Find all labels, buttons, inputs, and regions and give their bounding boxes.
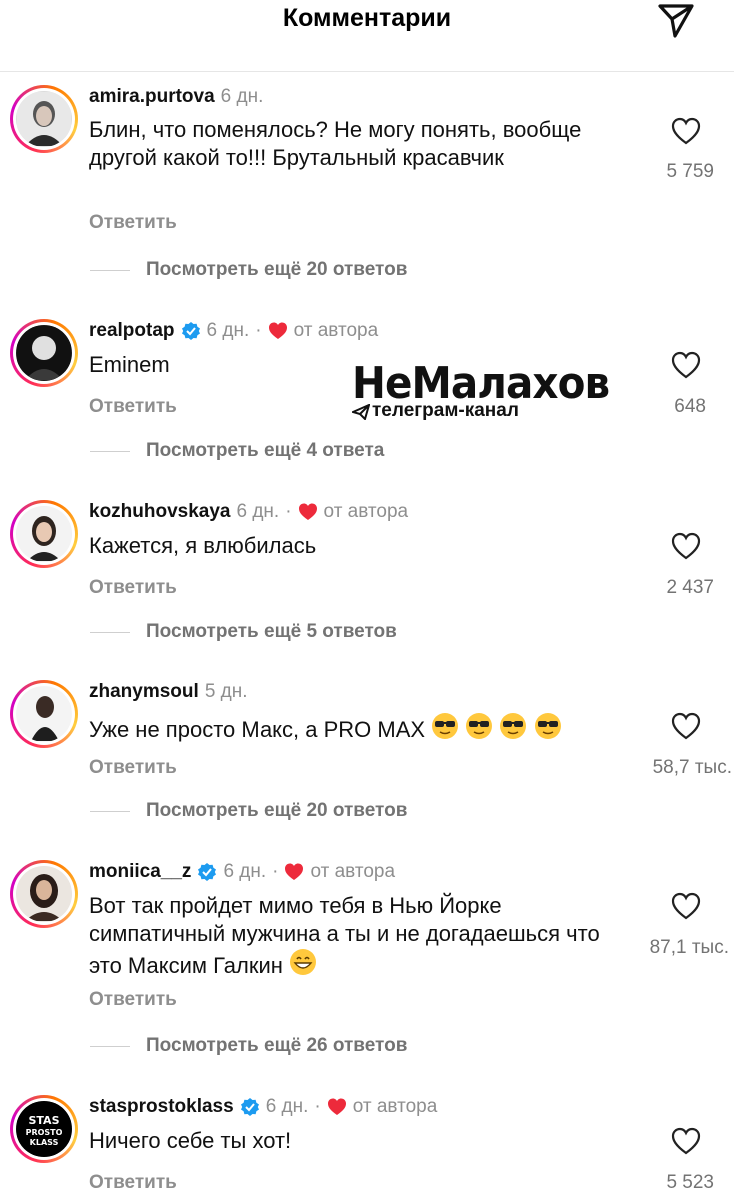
author-heart-icon <box>285 863 304 880</box>
author-liked-label: от автора <box>310 861 396 882</box>
user-photo-icon <box>17 326 71 380</box>
sunglasses-emoji-group <box>431 713 561 742</box>
comment-time: 6 дн. <box>220 86 264 107</box>
comment-text-content: Вот так пройдет мимо тебя в Нью Йорке си… <box>89 893 600 978</box>
view-more-label: Посмотреть ещё 26 ответов <box>146 1035 408 1056</box>
separator-dot: · <box>272 861 279 882</box>
svg-text:KLASS: KLASS <box>30 1138 59 1147</box>
divider-line <box>90 810 130 812</box>
view-more-label: Посмотреть ещё 5 ответов <box>146 621 397 642</box>
view-more-label: Посмотреть ещё 4 ответа <box>146 440 385 461</box>
view-more-replies[interactable]: Посмотреть ещё 4 ответа <box>90 440 384 462</box>
like-count: 2 437 <box>666 577 714 598</box>
grin-emoji-icon <box>290 949 317 975</box>
like-count: 5 759 <box>666 161 714 182</box>
watermark: НеМалахов телеграм-канал <box>352 358 634 422</box>
view-more-replies[interactable]: Посмотреть ещё 20 ответов <box>90 259 407 281</box>
comment-text: Уже не просто Макс, а PRO MAX <box>89 712 629 744</box>
verified-badge-icon <box>198 863 217 881</box>
like-count: 87,1 тыс. <box>649 937 729 958</box>
author-liked-label: от автора <box>352 1096 438 1117</box>
avatar[interactable] <box>10 500 78 568</box>
author-liked-label: от автора <box>293 320 379 341</box>
like-count: 648 <box>674 396 706 417</box>
telegram-icon <box>352 404 370 420</box>
view-more-replies[interactable]: Посмотреть ещё 20 ответов <box>90 800 407 822</box>
avatar[interactable] <box>10 860 78 928</box>
heart-icon[interactable] <box>671 351 701 379</box>
comment-text: Вот так пройдет мимо тебя в Нью Йорке си… <box>89 892 629 980</box>
comment-text: Кажется, я влюбилась <box>89 533 317 558</box>
page-title: Комментарии <box>282 4 452 32</box>
avatar[interactable] <box>10 85 78 153</box>
verified-badge-icon <box>240 1098 259 1116</box>
reply-button[interactable]: Ответить <box>89 989 177 1011</box>
comments-header: Комментарии <box>0 0 734 72</box>
sunglasses-emoji-icon <box>534 713 561 739</box>
view-more-label: Посмотреть ещё 20 ответов <box>146 800 408 821</box>
author-heart-icon <box>298 503 317 520</box>
comment-time: 6 дн. <box>223 861 267 882</box>
author-heart-icon <box>327 1098 346 1115</box>
comment-time: 6 дн. <box>265 1096 309 1117</box>
heart-icon[interactable] <box>671 1127 701 1155</box>
verified-badge-icon <box>181 322 200 340</box>
author-heart-icon <box>268 322 287 339</box>
comment-text-content: Уже не просто Макс, а PRO MAX <box>89 717 426 742</box>
comment-username[interactable]: realpotap <box>89 320 175 342</box>
like-count: 58,7 тыс. <box>652 757 732 778</box>
sunglasses-emoji-icon <box>500 713 527 739</box>
stasprostoklass-logo: STAS PROSTO KLASS <box>17 1102 71 1156</box>
separator-dot: · <box>285 501 292 522</box>
reply-button[interactable]: Ответить <box>89 212 177 234</box>
sunglasses-emoji-icon <box>432 713 459 739</box>
divider-line <box>90 1045 130 1047</box>
send-icon[interactable] <box>655 0 697 40</box>
comment-username[interactable]: moniica__z <box>89 861 191 883</box>
user-photo-icon <box>17 687 71 741</box>
heart-icon[interactable] <box>671 117 701 145</box>
comment-text: Ничего себе ты хот! <box>89 1128 292 1153</box>
separator-dot: · <box>314 1096 321 1117</box>
reply-button[interactable]: Ответить <box>89 577 177 599</box>
user-photo-icon <box>17 507 71 561</box>
comment-username[interactable]: zhanymsoul <box>89 681 199 703</box>
view-more-replies[interactable]: Посмотреть ещё 5 ответов <box>90 621 397 643</box>
like-count: 5 523 <box>666 1172 714 1193</box>
comment-time: 6 дн. <box>236 501 280 522</box>
user-photo-icon <box>17 867 71 921</box>
comment-time: 6 дн. <box>206 320 250 341</box>
divider-line <box>90 631 130 633</box>
heart-icon[interactable] <box>671 892 701 920</box>
svg-text:PROSTO: PROSTO <box>26 1128 63 1137</box>
watermark-subtitle: телеграм-канал <box>372 400 519 421</box>
avatar[interactable]: STAS PROSTO KLASS <box>10 1095 78 1163</box>
avatar[interactable] <box>10 680 78 748</box>
view-more-replies[interactable]: Посмотреть ещё 26 ответов <box>90 1035 407 1057</box>
user-photo-icon <box>17 92 71 146</box>
sunglasses-emoji-icon <box>466 713 493 739</box>
view-more-label: Посмотреть ещё 20 ответов <box>146 259 408 280</box>
comment-username[interactable]: kozhuhovskaya <box>89 501 231 523</box>
reply-button[interactable]: Ответить <box>89 396 177 418</box>
heart-icon[interactable] <box>671 712 701 740</box>
divider-line <box>90 269 130 271</box>
separator-dot: · <box>255 320 262 341</box>
comment-username[interactable]: amira.purtova <box>89 86 215 108</box>
heart-icon[interactable] <box>671 532 701 560</box>
comment-text: Блин, что поменялось? Не могу понять, во… <box>89 117 582 170</box>
reply-button[interactable]: Ответить <box>89 1172 177 1194</box>
author-liked-label: от автора <box>323 501 409 522</box>
comment-time: 5 дн. <box>204 681 248 702</box>
reply-button[interactable]: Ответить <box>89 757 177 779</box>
divider-line <box>90 450 130 452</box>
comment-username[interactable]: stasprostoklass <box>89 1096 234 1118</box>
svg-text:STAS: STAS <box>28 1114 59 1127</box>
avatar[interactable] <box>10 319 78 387</box>
